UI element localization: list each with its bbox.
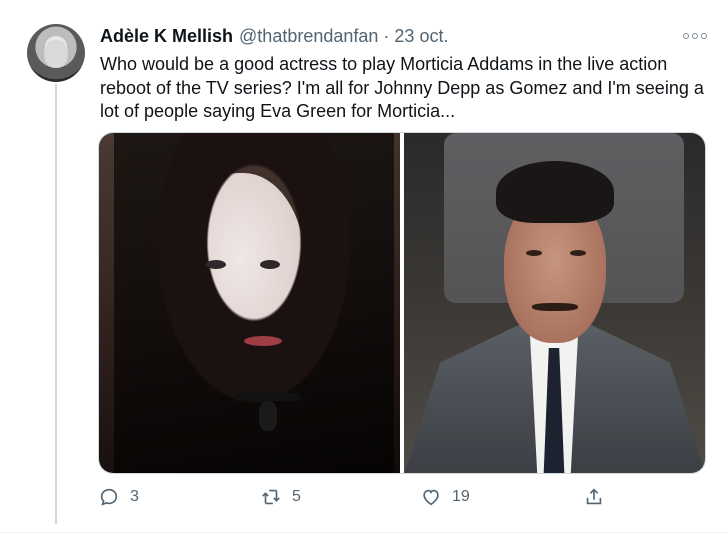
man-hair — [496, 161, 614, 223]
reply-icon — [100, 488, 118, 506]
woman-hair — [114, 133, 394, 473]
more-dot — [692, 33, 698, 39]
tweet-media[interactable] — [98, 132, 706, 474]
like-button[interactable]: 19 — [420, 486, 470, 508]
like-count: 19 — [452, 488, 470, 505]
retweet-count: 5 — [292, 488, 301, 505]
avatar[interactable] — [27, 24, 85, 82]
woman-eyes — [206, 260, 280, 270]
share-icon — [586, 488, 602, 505]
author-handle[interactable]: @thatbrendanfan — [239, 26, 378, 47]
reply-count: 3 — [130, 488, 139, 505]
retweet-button[interactable]: 5 — [260, 486, 301, 508]
photo-woman-dark-hair[interactable] — [99, 133, 400, 473]
choker-necklace — [235, 393, 301, 401]
tweet[interactable]: Adèle K Mellish @thatbrendanfan · 23 oct… — [0, 0, 728, 535]
tweet-actions: 3 5 19 — [98, 486, 708, 510]
share-button[interactable] — [583, 486, 605, 508]
more-dot — [701, 33, 707, 39]
woman-lips — [244, 336, 282, 346]
tweet-date[interactable]: 23 oct. — [394, 26, 448, 47]
retweet-icon — [262, 489, 280, 505]
tweet-header: Adèle K Mellish @thatbrendanfan · 23 oct… — [100, 26, 448, 47]
man-eyes — [526, 250, 586, 258]
more-options-icon[interactable] — [683, 26, 707, 46]
author-name[interactable]: Adèle K Mellish — [100, 26, 233, 47]
man-moustache — [532, 303, 578, 311]
reply-button[interactable]: 3 — [98, 486, 139, 508]
pendant — [259, 401, 277, 431]
thread-line — [55, 84, 57, 524]
more-dot — [683, 33, 689, 39]
tweet-text: Who would be a good actress to play Mort… — [100, 54, 704, 121]
tweet-divider — [0, 532, 728, 533]
heart-icon — [423, 489, 439, 506]
separator-dot: · — [383, 26, 390, 46]
photo-man-moustache-suit[interactable] — [404, 133, 705, 473]
